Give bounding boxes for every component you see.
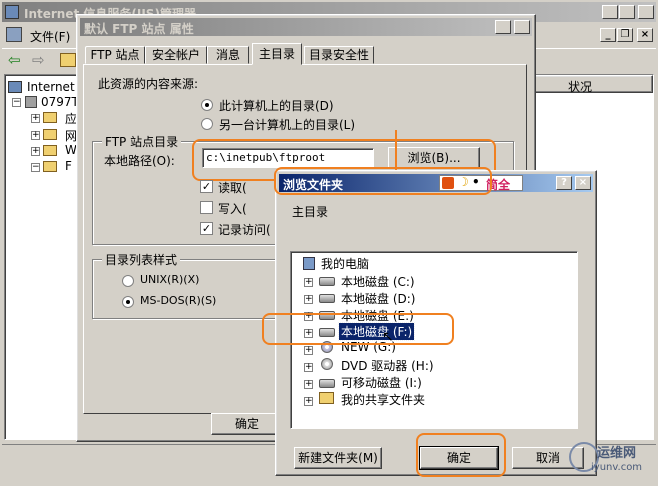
local-path-label: 本地路径(O): bbox=[104, 154, 175, 168]
tree-expand-1[interactable]: + bbox=[31, 114, 40, 123]
tab-directory-security[interactable]: 目录安全性 bbox=[304, 46, 374, 64]
drive-i[interactable]: 可移动磁盘 (I:) bbox=[341, 374, 422, 391]
checkbox-read[interactable]: ✓ bbox=[200, 180, 213, 193]
watermark-logo: 运维网 iyunv.com bbox=[567, 438, 655, 482]
folder-icon bbox=[43, 129, 57, 140]
maximize-button[interactable]: □ bbox=[619, 5, 635, 19]
dvd-drive-icon bbox=[321, 358, 333, 370]
expand-drive-h[interactable]: + bbox=[304, 363, 313, 372]
folder-icon bbox=[43, 112, 57, 123]
browse-dialog: 浏览文件夹 ☽ • 简全 ? × 主目录 我的电脑 + 本地磁盘 (C:) + … bbox=[262, 167, 597, 477]
expand-drive-i[interactable]: + bbox=[304, 380, 313, 389]
watermark-text: 运维网 bbox=[597, 446, 637, 461]
tab-ftp-site[interactable]: FTP 站点 bbox=[85, 46, 145, 64]
radio-unix[interactable] bbox=[122, 275, 134, 287]
expand-drive-c[interactable]: + bbox=[304, 278, 313, 287]
tab-home-directory[interactable]: 主目录 bbox=[252, 43, 302, 65]
hard-drive-icon bbox=[319, 277, 335, 286]
checkbox-write[interactable] bbox=[200, 201, 213, 214]
browse-instruction: 主目录 bbox=[292, 205, 329, 219]
tree-root-my-computer[interactable]: 我的电脑 bbox=[321, 255, 369, 272]
shared-folder[interactable]: 我的共享文件夹 bbox=[341, 391, 425, 408]
checkbox-write-label[interactable]: 写入( bbox=[218, 200, 247, 217]
expand-drive-d[interactable]: + bbox=[304, 295, 313, 304]
removable-drive-icon bbox=[319, 379, 335, 388]
source-label: 此资源的内容来源: bbox=[98, 77, 199, 91]
tree-root-icon bbox=[8, 81, 22, 93]
child-restore-button[interactable]: ❐ bbox=[617, 28, 633, 42]
browse-close-button[interactable]: × bbox=[575, 176, 591, 190]
drive-h[interactable]: DVD 驱动器 (H:) bbox=[341, 357, 434, 374]
properties-help-button[interactable]: ? bbox=[495, 20, 511, 34]
radio-share-dir[interactable] bbox=[201, 118, 213, 130]
expand-drive-g[interactable]: + bbox=[304, 346, 313, 355]
child-minimize-button[interactable]: _ bbox=[600, 28, 616, 42]
title-highlight-ring bbox=[274, 167, 492, 195]
server-icon bbox=[25, 96, 37, 108]
my-computer-icon bbox=[303, 257, 315, 270]
mmc-tree-pane: Internet − 0797T + 应 + 网 + W − F bbox=[4, 74, 80, 440]
tree-item-4[interactable]: F bbox=[65, 159, 72, 173]
watermark-sub: iyunv.com bbox=[591, 462, 643, 473]
ftp-dir-group-label: FTP 站点目录 bbox=[102, 133, 182, 150]
minimize-button[interactable]: _ bbox=[602, 5, 618, 19]
child-close-button[interactable]: × bbox=[637, 28, 653, 42]
checkbox-log-label[interactable]: 记录访问( bbox=[218, 221, 271, 238]
folder-icon bbox=[43, 145, 57, 156]
new-folder-button[interactable]: 新建文件夹(M) bbox=[294, 447, 382, 469]
properties-close-button[interactable]: × bbox=[514, 20, 530, 34]
radio-local-dir[interactable] bbox=[201, 99, 213, 111]
highlight-connector bbox=[395, 130, 397, 170]
tree-expand-server[interactable]: − bbox=[12, 98, 21, 107]
radio-unix-label[interactable]: UNIX(R)(X) bbox=[140, 273, 199, 286]
properties-ok-button[interactable]: 确定 bbox=[211, 413, 283, 435]
menu-file[interactable]: 文件(F) bbox=[30, 28, 70, 45]
properties-titlebar: 默认 FTP 站点 属性 ? × bbox=[80, 18, 532, 36]
forward-arrow-icon[interactable]: ⇨ bbox=[32, 51, 45, 69]
tab-messages[interactable]: 消息 bbox=[207, 46, 249, 64]
radio-local-label[interactable]: 此计算机上的目录(D) bbox=[219, 97, 334, 114]
listing-style-label: 目录列表样式 bbox=[102, 251, 181, 268]
shared-folder-icon bbox=[319, 392, 334, 404]
mouse-cursor-icon: ↖ bbox=[382, 329, 394, 345]
properties-title: 默认 FTP 站点 属性 bbox=[84, 22, 194, 36]
radio-msdos-label[interactable]: MS-DOS(R)(S) bbox=[140, 294, 216, 307]
hard-drive-icon bbox=[319, 294, 335, 303]
checkbox-read-label[interactable]: 读取( bbox=[218, 179, 247, 196]
drive-highlight-ring bbox=[262, 313, 454, 345]
tree-expand-4[interactable]: − bbox=[31, 163, 40, 172]
back-arrow-icon[interactable]: ⇦ bbox=[8, 51, 21, 69]
ok-highlight-ring bbox=[416, 433, 506, 477]
tree-server[interactable]: 0797T bbox=[41, 95, 79, 109]
tree-expand-2[interactable]: + bbox=[31, 131, 40, 140]
list-header: 状况 bbox=[531, 75, 653, 95]
folder-icon bbox=[43, 161, 57, 172]
checkbox-log[interactable]: ✓ bbox=[200, 222, 213, 235]
expand-shared-folder[interactable]: + bbox=[304, 397, 313, 406]
up-folder-icon[interactable] bbox=[60, 53, 76, 67]
drive-d[interactable]: 本地磁盘 (D:) bbox=[341, 290, 415, 307]
close-button[interactable]: × bbox=[638, 5, 654, 19]
drive-c[interactable]: 本地磁盘 (C:) bbox=[341, 273, 415, 290]
radio-share-label[interactable]: 另一台计算机上的目录(L) bbox=[219, 116, 355, 133]
iis-icon bbox=[5, 5, 19, 19]
console-icon bbox=[6, 27, 22, 42]
browse-help-button[interactable]: ? bbox=[556, 176, 572, 190]
radio-msdos[interactable] bbox=[122, 296, 134, 308]
tab-security-accounts[interactable]: 安全帐户 bbox=[145, 46, 207, 64]
tree-expand-3[interactable]: + bbox=[31, 147, 40, 156]
column-status[interactable]: 状况 bbox=[568, 78, 592, 95]
tree-root[interactable]: Internet bbox=[27, 80, 75, 94]
